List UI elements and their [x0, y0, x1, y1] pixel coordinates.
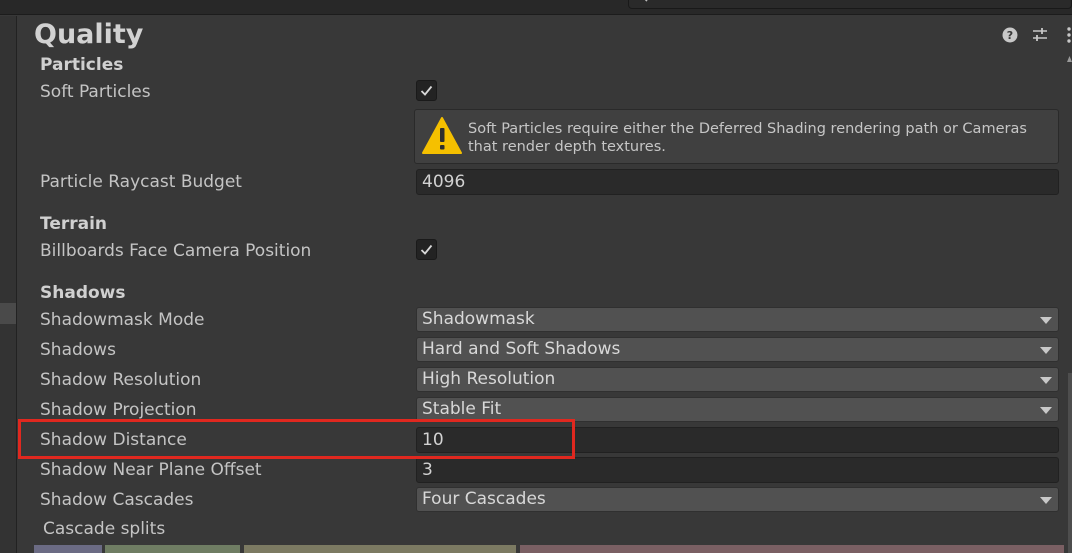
section-particles: Particles	[40, 55, 124, 75]
shadowmask-mode-value: Shadowmask	[422, 309, 535, 329]
search-icon	[644, 0, 648, 2]
shadow-projection-value: Stable Fit	[422, 399, 502, 419]
shadow-resolution-label: Shadow Resolution	[40, 370, 202, 390]
shadow-cascades-label: Shadow Cascades	[40, 490, 194, 510]
scroll-up-arrow-icon[interactable]	[1067, 56, 1072, 62]
shadow-near-plane-offset-label: Shadow Near Plane Offset	[40, 460, 262, 480]
svg-text:?: ?	[1007, 29, 1013, 42]
shadowmask-mode-label: Shadowmask Mode	[40, 310, 205, 330]
checkmark-icon	[420, 244, 433, 255]
cascade-segment-4[interactable]	[520, 545, 1064, 553]
chevron-down-icon	[1040, 377, 1052, 384]
search-field[interactable]	[628, 0, 1072, 9]
left-panel-selected-item[interactable]	[0, 303, 16, 324]
shadowmask-mode-dropdown[interactable]: Shadowmask	[416, 307, 1059, 332]
cascade-segment-2[interactable]	[105, 545, 240, 553]
checkmark-icon	[420, 85, 433, 96]
particle-raycast-budget-label: Particle Raycast Budget	[40, 172, 242, 192]
top-toolbar	[0, 0, 1072, 15]
chevron-down-icon	[1040, 317, 1052, 324]
shadows-value: Hard and Soft Shadows	[422, 339, 621, 359]
chevron-down-icon	[1040, 407, 1052, 414]
shadow-projection-label: Shadow Projection	[40, 400, 197, 420]
shadow-cascades-dropdown[interactable]: Four Cascades	[416, 487, 1059, 512]
scrollbar-thumb[interactable]	[1068, 373, 1072, 553]
chevron-down-icon	[1040, 347, 1052, 354]
soft-particles-warning-box: Soft Particles require either the Deferr…	[414, 109, 1059, 164]
left-panel-strip	[0, 16, 17, 553]
shadow-resolution-value: High Resolution	[422, 369, 556, 389]
shadows-label: Shadows	[40, 340, 116, 360]
cascade-splits-label: Cascade splits	[43, 519, 166, 539]
shadow-cascades-value: Four Cascades	[422, 489, 546, 509]
shadow-distance-highlight-box	[18, 419, 575, 459]
page-title: Quality	[34, 19, 144, 50]
shadow-resolution-dropdown[interactable]: High Resolution	[416, 367, 1059, 392]
shadow-near-plane-offset-field[interactable]: 3	[416, 457, 1059, 483]
cascade-segment-1[interactable]	[34, 545, 102, 553]
warning-icon	[422, 117, 462, 154]
billboards-face-camera-checkbox[interactable]	[416, 239, 437, 260]
cascade-segment-3[interactable]	[244, 545, 516, 553]
more-icon[interactable]	[1060, 26, 1072, 44]
billboards-face-camera-label: Billboards Face Camera Position	[40, 241, 312, 261]
help-icon[interactable]: ?	[1001, 26, 1019, 44]
particle-raycast-budget-field[interactable]: 4096	[416, 169, 1059, 195]
chevron-down-icon	[1040, 497, 1052, 504]
shadows-dropdown[interactable]: Hard and Soft Shadows	[416, 337, 1059, 362]
section-shadows: Shadows	[40, 283, 126, 303]
presets-icon[interactable]	[1031, 26, 1049, 44]
warning-text: Soft Particles require either the Deferr…	[468, 121, 1027, 155]
soft-particles-checkbox[interactable]	[416, 80, 437, 101]
section-terrain: Terrain	[40, 214, 108, 234]
soft-particles-label: Soft Particles	[40, 82, 151, 102]
cascade-splits-bar[interactable]	[34, 545, 1064, 553]
